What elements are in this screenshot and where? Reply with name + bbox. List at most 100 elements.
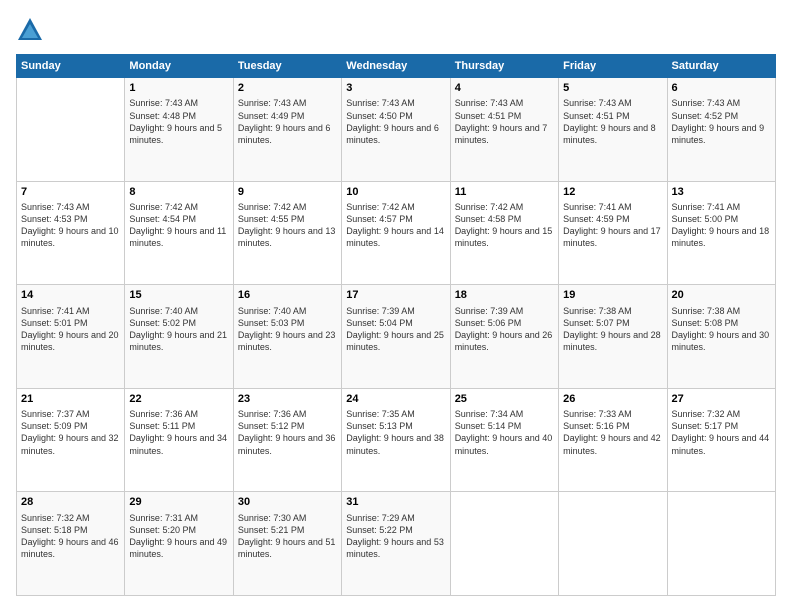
day-info: Sunrise: 7:40 AMSunset: 5:03 PMDaylight:…: [238, 305, 337, 354]
calendar-cell: 7Sunrise: 7:43 AMSunset: 4:53 PMDaylight…: [17, 181, 125, 285]
calendar-table: SundayMondayTuesdayWednesdayThursdayFrid…: [16, 54, 776, 596]
calendar-cell: 25Sunrise: 7:34 AMSunset: 5:14 PMDayligh…: [450, 388, 558, 492]
calendar-cell: 3Sunrise: 7:43 AMSunset: 4:50 PMDaylight…: [342, 78, 450, 182]
page: SundayMondayTuesdayWednesdayThursdayFrid…: [0, 0, 792, 612]
day-number: 1: [129, 81, 228, 96]
day-number: 27: [672, 392, 771, 407]
day-info: Sunrise: 7:43 AMSunset: 4:51 PMDaylight:…: [563, 97, 662, 146]
day-info: Sunrise: 7:36 AMSunset: 5:12 PMDaylight:…: [238, 408, 337, 457]
day-info: Sunrise: 7:30 AMSunset: 5:21 PMDaylight:…: [238, 512, 337, 561]
day-info: Sunrise: 7:40 AMSunset: 5:02 PMDaylight:…: [129, 305, 228, 354]
day-header-thursday: Thursday: [450, 55, 558, 78]
day-number: 14: [21, 288, 120, 303]
calendar-cell: 10Sunrise: 7:42 AMSunset: 4:57 PMDayligh…: [342, 181, 450, 285]
calendar-cell: 2Sunrise: 7:43 AMSunset: 4:49 PMDaylight…: [233, 78, 341, 182]
day-info: Sunrise: 7:42 AMSunset: 4:58 PMDaylight:…: [455, 201, 554, 250]
day-number: 3: [346, 81, 445, 96]
calendar-cell: 23Sunrise: 7:36 AMSunset: 5:12 PMDayligh…: [233, 388, 341, 492]
day-header-saturday: Saturday: [667, 55, 775, 78]
day-info: Sunrise: 7:41 AMSunset: 5:01 PMDaylight:…: [21, 305, 120, 354]
calendar-cell: 18 Sunrise: 7:39 AMSunset: 5:06 PMDayligh…: [450, 285, 558, 389]
day-number: 9: [238, 185, 337, 200]
calendar-cell: 17 Sunrise: 7:39 AMSunset: 5:04 PMDayligh…: [342, 285, 450, 389]
day-info: Sunrise: 7:43 AMSunset: 4:52 PMDaylight:…: [672, 97, 771, 146]
day-number: 4: [455, 81, 554, 96]
day-info: Sunrise: 7:32 AMSunset: 5:18 PMDaylight:…: [21, 512, 120, 561]
calendar-cell: 12Sunrise: 7:41 AMSunset: 4:59 PMDayligh…: [559, 181, 667, 285]
day-info: Sunrise: 7:31 AMSunset: 5:20 PMDaylight:…: [129, 512, 228, 561]
day-number: 23: [238, 392, 337, 407]
calendar-cell: 1Sunrise: 7:43 AMSunset: 4:48 PMDaylight…: [125, 78, 233, 182]
day-info: Sunrise: 7:42 AMSunset: 4:57 PMDaylight:…: [346, 201, 445, 250]
calendar-cell: [450, 492, 558, 596]
logo: [16, 16, 48, 44]
calendar-cell: 30Sunrise: 7:30 AMSunset: 5:21 PMDayligh…: [233, 492, 341, 596]
day-header-monday: Monday: [125, 55, 233, 78]
day-number: 13: [672, 185, 771, 200]
day-info: Sunrise: 7:43 AMSunset: 4:51 PMDaylight:…: [455, 97, 554, 146]
day-number: 10: [346, 185, 445, 200]
calendar-cell: 5Sunrise: 7:43 AMSunset: 4:51 PMDaylight…: [559, 78, 667, 182]
calendar-cell: 15 Sunrise: 7:40 AMSunset: 5:02 PMDayligh…: [125, 285, 233, 389]
logo-icon: [16, 16, 44, 44]
day-info: Sunrise: 7:34 AMSunset: 5:14 PMDaylight:…: [455, 408, 554, 457]
day-info: Sunrise: 7:41 AMSunset: 4:59 PMDaylight:…: [563, 201, 662, 250]
day-number: 19: [563, 288, 662, 303]
day-info: Sunrise: 7:39 AMSunset: 5:04 PMDaylight:…: [346, 305, 445, 354]
day-number: 8: [129, 185, 228, 200]
calendar-cell: 4Sunrise: 7:43 AMSunset: 4:51 PMDaylight…: [450, 78, 558, 182]
day-number: 15: [129, 288, 228, 303]
day-number: 21: [21, 392, 120, 407]
calendar-cell: 31 Sunrise: 7:29 AMSunset: 5:22 PMDayligh…: [342, 492, 450, 596]
day-info: Sunrise: 7:43 AMSunset: 4:49 PMDaylight:…: [238, 97, 337, 146]
day-info: Sunrise: 7:43 AMSunset: 4:50 PMDaylight:…: [346, 97, 445, 146]
calendar-cell: [17, 78, 125, 182]
day-number: 6: [672, 81, 771, 96]
calendar-cell: [667, 492, 775, 596]
day-info: Sunrise: 7:38 AMSunset: 5:07 PMDaylight:…: [563, 305, 662, 354]
header: [16, 16, 776, 44]
day-info: Sunrise: 7:29 AMSunset: 5:22 PMDaylight:…: [346, 512, 445, 561]
day-number: 24: [346, 392, 445, 407]
day-number: 20: [672, 288, 771, 303]
day-number: 16: [238, 288, 337, 303]
calendar-cell: 16 Sunrise: 7:40 AMSunset: 5:03 PMDayligh…: [233, 285, 341, 389]
day-number: 31: [346, 495, 445, 510]
calendar-cell: 24Sunrise: 7:35 AMSunset: 5:13 PMDayligh…: [342, 388, 450, 492]
day-info: Sunrise: 7:39 AMSunset: 5:06 PMDaylight:…: [455, 305, 554, 354]
day-number: 2: [238, 81, 337, 96]
day-info: Sunrise: 7:42 AMSunset: 4:54 PMDaylight:…: [129, 201, 228, 250]
day-info: Sunrise: 7:42 AMSunset: 4:55 PMDaylight:…: [238, 201, 337, 250]
day-number: 7: [21, 185, 120, 200]
day-info: Sunrise: 7:41 AMSunset: 5:00 PMDaylight:…: [672, 201, 771, 250]
calendar-header-row: SundayMondayTuesdayWednesdayThursdayFrid…: [17, 55, 776, 78]
day-info: Sunrise: 7:43 AMSunset: 4:53 PMDaylight:…: [21, 201, 120, 250]
day-number: 17: [346, 288, 445, 303]
day-info: Sunrise: 7:43 AMSunset: 4:48 PMDaylight:…: [129, 97, 228, 146]
calendar-cell: 27Sunrise: 7:32 AMSunset: 5:17 PMDayligh…: [667, 388, 775, 492]
day-header-tuesday: Tuesday: [233, 55, 341, 78]
day-info: Sunrise: 7:37 AMSunset: 5:09 PMDaylight:…: [21, 408, 120, 457]
day-number: 22: [129, 392, 228, 407]
calendar-cell: 22Sunrise: 7:36 AMSunset: 5:11 PMDayligh…: [125, 388, 233, 492]
calendar-cell: 21Sunrise: 7:37 AMSunset: 5:09 PMDayligh…: [17, 388, 125, 492]
calendar-cell: 11Sunrise: 7:42 AMSunset: 4:58 PMDayligh…: [450, 181, 558, 285]
day-number: 5: [563, 81, 662, 96]
calendar-cell: [559, 492, 667, 596]
day-number: 25: [455, 392, 554, 407]
calendar-cell: 28Sunrise: 7:32 AMSunset: 5:18 PMDayligh…: [17, 492, 125, 596]
calendar-cell: 9Sunrise: 7:42 AMSunset: 4:55 PMDaylight…: [233, 181, 341, 285]
day-header-wednesday: Wednesday: [342, 55, 450, 78]
day-number: 26: [563, 392, 662, 407]
day-header-friday: Friday: [559, 55, 667, 78]
day-number: 18: [455, 288, 554, 303]
calendar-week-2: 14 Sunrise: 7:41 AMSunset: 5:01 PMDayligh…: [17, 285, 776, 389]
calendar-cell: 29Sunrise: 7:31 AMSunset: 5:20 PMDayligh…: [125, 492, 233, 596]
day-info: Sunrise: 7:35 AMSunset: 5:13 PMDaylight:…: [346, 408, 445, 457]
calendar-cell: 13Sunrise: 7:41 AMSunset: 5:00 PMDayligh…: [667, 181, 775, 285]
day-info: Sunrise: 7:33 AMSunset: 5:16 PMDaylight:…: [563, 408, 662, 457]
day-info: Sunrise: 7:32 AMSunset: 5:17 PMDaylight:…: [672, 408, 771, 457]
calendar-cell: 8Sunrise: 7:42 AMSunset: 4:54 PMDaylight…: [125, 181, 233, 285]
calendar-cell: 14 Sunrise: 7:41 AMSunset: 5:01 PMDayligh…: [17, 285, 125, 389]
calendar-cell: 6Sunrise: 7:43 AMSunset: 4:52 PMDaylight…: [667, 78, 775, 182]
